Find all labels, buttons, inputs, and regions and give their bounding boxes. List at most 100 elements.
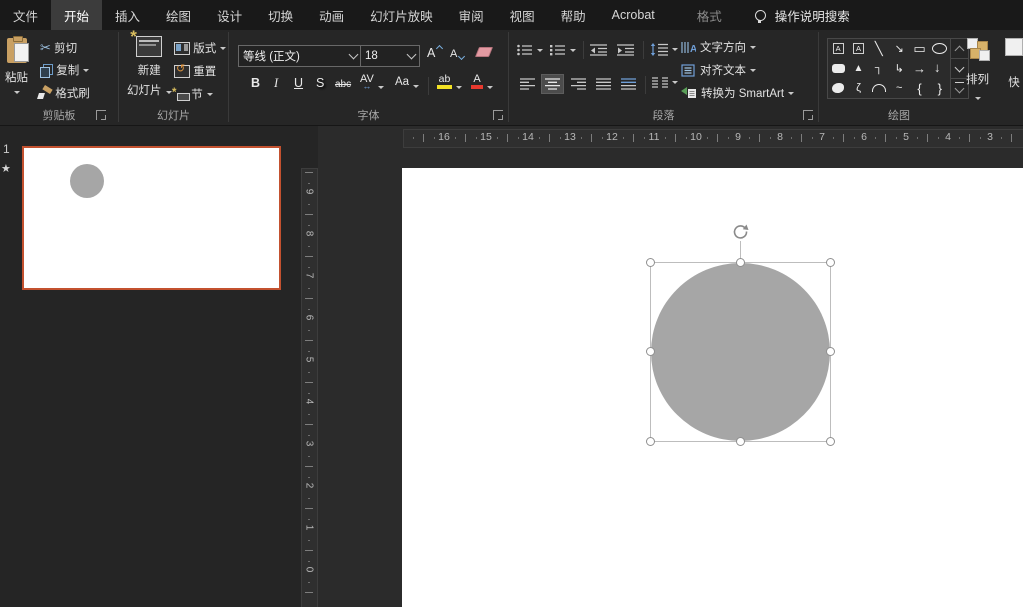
new-slide-button[interactable]: * 新建 幻灯片 xyxy=(127,36,172,98)
highlight-color-button[interactable]: ab xyxy=(437,74,462,89)
grow-font-button[interactable]: A xyxy=(427,46,442,60)
text-direction-dropdown-icon[interactable] xyxy=(750,46,756,49)
tab-draw[interactable]: 绘图 xyxy=(153,0,204,30)
shape-oval[interactable] xyxy=(930,39,950,59)
italic-button[interactable]: I xyxy=(274,76,278,91)
section-dropdown-icon[interactable] xyxy=(207,93,213,96)
layout-button[interactable]: 版式 xyxy=(174,40,226,56)
columns-button[interactable] xyxy=(652,77,678,88)
shape-selection-box[interactable] xyxy=(650,262,831,442)
align-left-button[interactable] xyxy=(517,75,538,93)
shape-left-brace[interactable]: { xyxy=(909,78,929,98)
resize-handle-e[interactable] xyxy=(826,347,835,356)
convert-smartart-button[interactable]: 转换为 SmartArt xyxy=(681,85,794,101)
font-size-combobox[interactable]: 18 xyxy=(360,45,420,67)
shape-scribble[interactable]: ζ xyxy=(848,78,868,98)
copy-dropdown-icon[interactable] xyxy=(83,69,89,72)
strikethrough-button[interactable]: abc xyxy=(335,79,351,90)
font-color-dropdown-icon[interactable] xyxy=(487,86,493,89)
shrink-font-button[interactable]: A xyxy=(450,48,464,60)
reset-button[interactable]: 重置 xyxy=(174,63,216,79)
char-spacing-dropdown-icon[interactable] xyxy=(378,86,384,89)
clipboard-dialog-launcher-icon[interactable] xyxy=(96,110,106,120)
tab-insert[interactable]: 插入 xyxy=(102,0,153,30)
resize-handle-n[interactable] xyxy=(736,258,745,267)
font-name-combobox[interactable]: 等线 (正文) xyxy=(238,45,362,67)
shape-curve[interactable]: ~ xyxy=(889,78,909,98)
tell-me-search[interactable]: 操作说明搜索 xyxy=(755,0,850,30)
font-color-button[interactable]: A xyxy=(471,74,493,89)
tab-file[interactable]: 文件 xyxy=(0,0,51,30)
font-dialog-launcher-icon[interactable] xyxy=(493,110,503,120)
tab-home[interactable]: 开始 xyxy=(51,0,102,30)
columns-dropdown-icon[interactable] xyxy=(672,81,678,84)
smartart-dropdown-icon[interactable] xyxy=(788,92,794,95)
resize-handle-s[interactable] xyxy=(736,437,745,446)
chevron-down-icon[interactable] xyxy=(349,50,359,60)
align-text-button[interactable]: 对齐文本 xyxy=(681,62,756,78)
align-text-dropdown-icon[interactable] xyxy=(750,69,756,72)
format-painter-button[interactable]: 格式刷 xyxy=(38,85,90,101)
increase-indent-button[interactable] xyxy=(617,44,634,56)
resize-handle-nw[interactable] xyxy=(646,258,655,267)
tab-acrobat[interactable]: Acrobat xyxy=(599,0,668,30)
bold-button[interactable]: B xyxy=(251,76,260,90)
paste-button[interactable]: 粘贴 xyxy=(5,38,28,94)
resize-handle-se[interactable] xyxy=(826,437,835,446)
shape-triangle[interactable]: ▲ xyxy=(848,59,868,79)
shape-freeform[interactable] xyxy=(828,78,848,98)
cut-button[interactable]: ✂ 剪切 xyxy=(40,40,77,56)
slide-canvas[interactable]: 161514131211109876543 xyxy=(318,126,1023,607)
line-spacing-dropdown-icon[interactable] xyxy=(672,48,678,51)
rotation-handle[interactable] xyxy=(731,222,750,241)
underline-button[interactable]: U xyxy=(294,76,303,90)
highlight-dropdown-icon[interactable] xyxy=(456,86,462,89)
resize-handle-w[interactable] xyxy=(646,347,655,356)
section-button[interactable]: 节 xyxy=(174,86,213,102)
tab-animations[interactable]: 动画 xyxy=(306,0,357,30)
tab-review[interactable]: 审阅 xyxy=(446,0,497,30)
quick-styles-button[interactable]: 快 xyxy=(1005,38,1023,90)
tab-transitions[interactable]: 切换 xyxy=(255,0,306,30)
shape-down-arrow[interactable]: → xyxy=(930,59,950,79)
shape-vertical-text-box[interactable]: A xyxy=(848,39,868,59)
shape-text-box[interactable]: A xyxy=(828,39,848,59)
shape-line[interactable]: ╲ xyxy=(869,39,889,59)
selected-circle-shape[interactable] xyxy=(651,263,830,441)
shape-line-arrow[interactable]: ↘ xyxy=(889,39,909,59)
justify-button[interactable] xyxy=(593,75,614,93)
line-spacing-button[interactable] xyxy=(650,43,678,56)
tab-design[interactable]: 设计 xyxy=(204,0,255,30)
text-shadow-button[interactable]: S xyxy=(316,76,324,90)
paragraph-dialog-launcher-icon[interactable] xyxy=(803,110,813,120)
paste-dropdown-icon[interactable] xyxy=(14,91,20,94)
chevron-down-icon[interactable] xyxy=(407,50,417,60)
numbering-button[interactable] xyxy=(550,44,576,56)
copy-button[interactable]: 复制 xyxy=(40,62,89,78)
arrange-dropdown-icon[interactable] xyxy=(975,97,981,100)
bullets-dropdown-icon[interactable] xyxy=(537,49,543,52)
arrange-button[interactable]: 排列 xyxy=(966,38,989,100)
tab-help[interactable]: 帮助 xyxy=(548,0,599,30)
slide-thumbnail[interactable] xyxy=(22,146,281,290)
shape-right-brace[interactable]: } xyxy=(930,78,950,98)
decrease-indent-button[interactable] xyxy=(590,44,607,56)
bullets-button[interactable] xyxy=(517,44,543,56)
tab-format[interactable]: 格式 xyxy=(684,0,735,30)
character-spacing-button[interactable]: AV↔ xyxy=(360,74,384,89)
resize-handle-sw[interactable] xyxy=(646,437,655,446)
shape-arc[interactable] xyxy=(869,78,889,98)
shape-elbow-connector[interactable]: ┐ xyxy=(869,59,889,79)
change-case-button[interactable]: Aa xyxy=(395,76,419,88)
tab-view[interactable]: 视图 xyxy=(497,0,548,30)
distribute-text-button[interactable] xyxy=(618,75,639,93)
align-right-button[interactable] xyxy=(568,75,589,93)
shape-right-arrow[interactable]: → xyxy=(909,59,929,79)
tab-slideshow[interactable]: 幻灯片放映 xyxy=(357,0,446,30)
clear-formatting-button[interactable] xyxy=(477,47,491,57)
layout-dropdown-icon[interactable] xyxy=(220,47,226,50)
shape-rounded-rectangle[interactable] xyxy=(828,59,848,79)
shape-rectangle[interactable]: ▭ xyxy=(909,39,929,59)
text-direction-button[interactable]: A 文字方向 xyxy=(681,39,756,55)
change-case-dropdown-icon[interactable] xyxy=(413,85,419,88)
